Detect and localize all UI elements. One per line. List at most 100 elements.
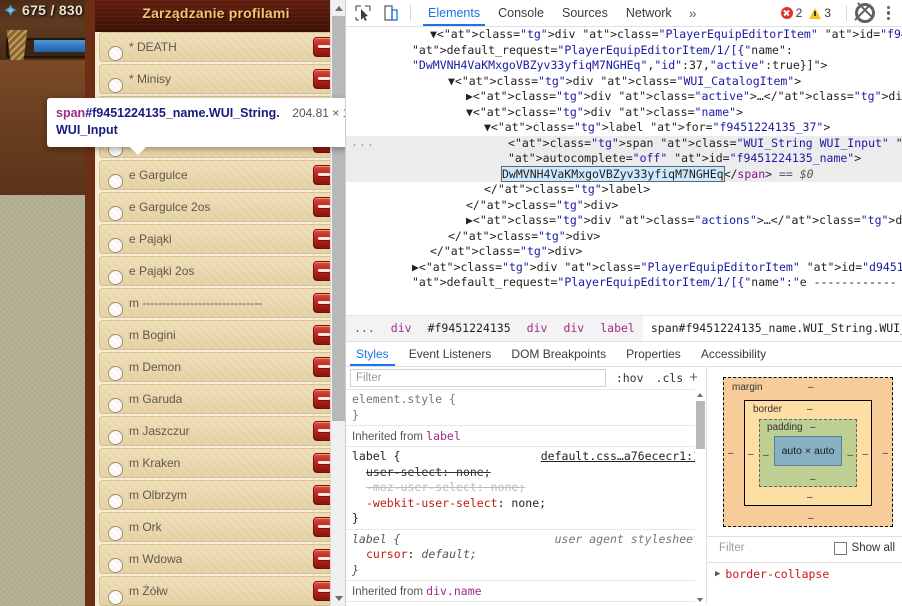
box-model-margin-left[interactable]: – [728, 448, 734, 459]
chevron-right-icon[interactable]: ▶ [715, 569, 720, 579]
styles-scroll-up-icon[interactable] [695, 389, 706, 400]
profile-row[interactable]: m ------------------------------ [99, 288, 341, 318]
box-model-margin-top[interactable]: – [808, 382, 814, 393]
dom-line[interactable]: ▼<"at">class="tg">label "at">for="f94512… [346, 120, 902, 136]
rule-1-prop-2[interactable]: -webkit-user-select: none; [352, 496, 700, 512]
tab-sources[interactable]: Sources [553, 0, 617, 26]
profile-row[interactable]: m Olbrzym [99, 480, 341, 510]
device-toolbar-icon[interactable] [380, 2, 402, 24]
breadcrumb-item[interactable]: div [555, 316, 592, 341]
profile-radio[interactable] [108, 590, 123, 605]
profile-radio[interactable] [108, 78, 123, 93]
tab-elements[interactable]: Elements [419, 0, 489, 26]
box-model-border-right[interactable]: – [862, 449, 868, 460]
scrollbar-thumb[interactable] [332, 16, 345, 421]
styles-scroll-down-icon[interactable] [695, 594, 706, 605]
dom-line[interactable]: </"at">class="tg">div> [346, 229, 902, 245]
box-model-border-left[interactable]: – [748, 449, 754, 460]
pane-tab-dom-breakpoints[interactable]: DOM Breakpoints [501, 342, 616, 366]
box-model-margin-bottom[interactable]: – [808, 513, 814, 524]
show-all-checkbox[interactable] [833, 541, 847, 555]
dom-line[interactable]: "at">default_request="PlayerEquipEditorI… [346, 43, 902, 59]
dom-line[interactable]: ▶<"at">class="tg">div "at">class="Player… [346, 260, 902, 276]
box-model-border-top[interactable]: – [807, 404, 813, 415]
profile-row[interactable]: e Gargulce [99, 160, 341, 190]
styles-scrollbar-thumb[interactable] [696, 401, 705, 449]
dom-line[interactable]: ▶<"at">class="tg">div "at">class="action… [346, 213, 902, 229]
tab-network[interactable]: Network [617, 0, 681, 26]
pane-tab-properties[interactable]: Properties [616, 342, 691, 366]
box-model-margin-right[interactable]: – [882, 448, 888, 459]
dom-line[interactable]: ▼<"at">class="tg">div "at">class="Player… [346, 27, 902, 43]
error-badge[interactable]: 2 [780, 6, 802, 20]
dom-line[interactable]: "at">default_request="PlayerEquipEditorI… [346, 275, 902, 291]
pane-tab-accessibility[interactable]: Accessibility [691, 342, 776, 366]
box-model-diagram[interactable]: margin – – – – border – – – – padding – [723, 377, 893, 527]
profile-radio[interactable] [108, 398, 123, 413]
breadcrumb[interactable]: ... div #f9451224135 div div label span#f94512… [346, 316, 902, 342]
dom-line[interactable]: DwMVNH4VaKMxgoVBZyv33yfiqM7NGHEq</span> … [346, 165, 902, 182]
box-model-padding-left[interactable]: – [763, 450, 769, 461]
profile-radio[interactable] [108, 46, 123, 61]
profile-radio[interactable] [108, 270, 123, 285]
cls-button[interactable]: .cls [656, 371, 684, 385]
breadcrumb-item[interactable]: div [519, 316, 556, 341]
profile-row[interactable]: m Wdowa [99, 544, 341, 574]
profile-row[interactable]: e Gargulce 2os [99, 192, 341, 222]
profile-radio[interactable] [108, 238, 123, 253]
box-model-border-bottom[interactable]: – [807, 492, 813, 503]
rule-1-source-link[interactable]: default.css…a76ececr1:1 [541, 449, 700, 465]
profile-row[interactable]: m Ork [99, 512, 341, 542]
scroll-up-icon[interactable] [331, 0, 345, 15]
profile-row[interactable]: m Garuda [99, 384, 341, 414]
dom-line[interactable]: ▶<"at">class="tg">div "at">class="active… [346, 89, 902, 105]
dom-line[interactable]: </"at">class="tg">label> [346, 182, 902, 198]
box-model-content-box[interactable]: auto × auto [774, 436, 842, 466]
new-style-rule-button[interactable]: + [689, 370, 698, 385]
dom-line[interactable]: ▼<"at">class="tg">div "at">class="WUI_Ca… [346, 74, 902, 90]
box-model-padding-right[interactable]: – [847, 450, 853, 461]
profile-radio[interactable] [108, 494, 123, 509]
box-model-border-box[interactable]: border – – – – padding – – – – auto × au… [744, 400, 872, 506]
sidebar-pane-tabs[interactable]: Styles Event Listeners DOM Breakpoints Prop… [346, 342, 902, 367]
hov-button[interactable]: :hov [616, 371, 644, 385]
profile-radio[interactable] [108, 366, 123, 381]
css-rule-2[interactable]: label { user agent stylesheet cursor: de… [346, 530, 706, 581]
profile-row[interactable]: m Jaszczur [99, 416, 341, 446]
dom-line[interactable]: "DwMVNH4VaKMxgoVBZyv33yfiqM7NGHEq","id":… [346, 58, 902, 74]
profile-row[interactable]: m Kraken [99, 448, 341, 478]
box-model-padding-bottom[interactable]: – [810, 474, 816, 485]
pane-tab-event-listeners[interactable]: Event Listeners [399, 342, 502, 366]
dom-line[interactable]: <"at">class="tg">span "at">class="WUI_St… [346, 135, 902, 151]
profile-radio[interactable] [108, 430, 123, 445]
profile-radio[interactable] [108, 558, 123, 573]
warning-badge[interactable]: 3 [809, 6, 831, 20]
profile-row[interactable]: e Pająki [99, 224, 341, 254]
styles-scrollbar[interactable] [695, 389, 706, 605]
dom-line[interactable]: </"at">class="tg">div> [346, 198, 902, 214]
profile-row[interactable]: m Żółw [99, 576, 341, 606]
profile-row[interactable]: * DEATH [99, 32, 341, 62]
scroll-down-icon[interactable] [331, 591, 345, 606]
box-model-padding-top[interactable]: – [810, 422, 816, 433]
rule-2-prop-0[interactable]: cursor: default; [352, 547, 700, 563]
gear-icon[interactable] [855, 3, 875, 23]
tab-console[interactable]: Console [489, 0, 553, 26]
box-model-padding-box[interactable]: padding – – – – auto × auto [759, 419, 857, 487]
breadcrumb-item[interactable]: #f9451224135 [420, 316, 519, 341]
pane-tab-styles[interactable]: Styles [346, 342, 399, 366]
styles-filter-input[interactable]: Filter [350, 369, 606, 387]
profile-row[interactable]: * Minisy [99, 64, 341, 94]
kebab-menu-icon[interactable] [887, 5, 891, 21]
profile-row[interactable]: m Demon [99, 352, 341, 382]
css-rule-1[interactable]: label { default.css…a76ececr1:1 user-sel… [346, 447, 706, 530]
dom-line[interactable]: "at">autocomplete="off" "at">id="f945122… [346, 151, 902, 167]
inspect-cursor-icon[interactable] [352, 2, 374, 24]
breadcrumb-item[interactable]: ... [346, 316, 383, 341]
dom-line[interactable]: </"at">class="tg">div> [346, 244, 902, 260]
game-scrollbar[interactable] [330, 0, 345, 606]
element-style-block[interactable]: element.style { } [346, 390, 706, 426]
show-all-toggle[interactable]: Show all [833, 541, 902, 555]
profile-row[interactable]: m Bogini [99, 320, 341, 350]
breadcrumb-item[interactable]: label [592, 316, 643, 341]
